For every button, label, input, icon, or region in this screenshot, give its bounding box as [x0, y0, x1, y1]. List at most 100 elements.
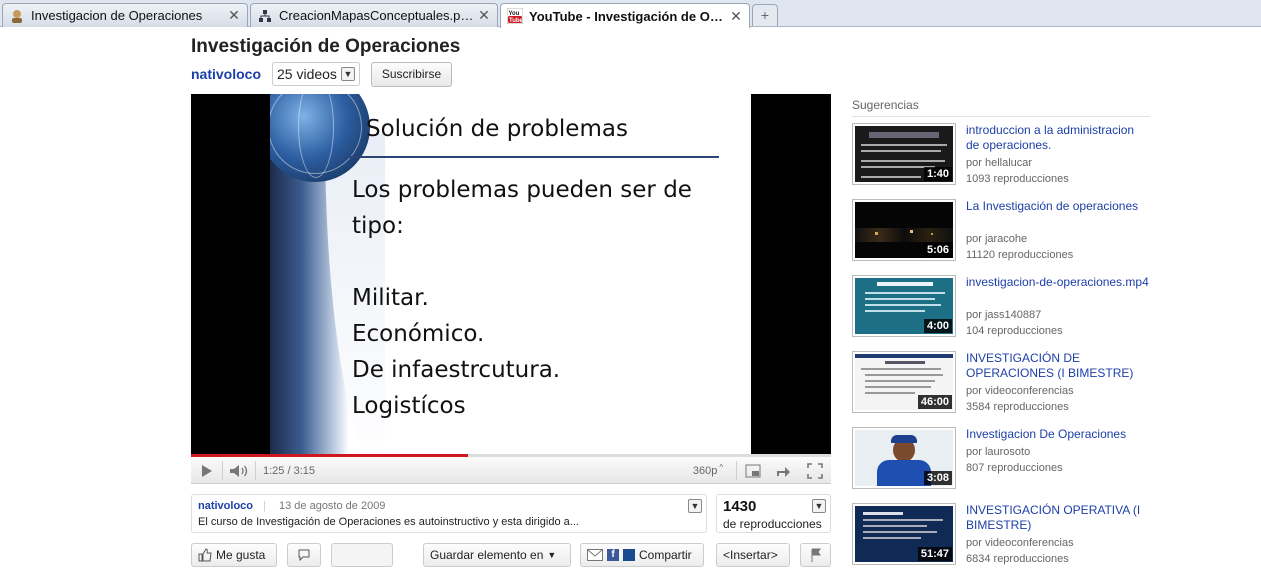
video-count-dropdown[interactable]: 25 videos ▼	[272, 62, 360, 86]
save-to-button[interactable]: Guardar elemento en ▼	[423, 543, 571, 567]
suggestion-title[interactable]: INVESTIGACIÓN OPERATIVA (I BIMESTRE)	[966, 503, 1150, 533]
caret-up-icon: ^	[719, 463, 724, 472]
share-button[interactable]: f Compartir	[580, 543, 704, 567]
subscribe-button[interactable]: Suscribirse	[371, 62, 452, 87]
video-duration: 5:06	[923, 243, 952, 257]
suggestion-thumbnail[interactable]: 3:08	[852, 427, 956, 489]
browser-tab-strip: Investigacion de Operaciones ✕ CreacionM…	[0, 0, 1261, 28]
slide-body: Los problemas pueden ser de tipo: Milita…	[352, 172, 692, 424]
play-icon	[202, 464, 212, 477]
suggestion-title[interactable]: Investigacion De Operaciones	[966, 427, 1150, 442]
video-frame: Solución de problemas Los problemas pued…	[270, 94, 751, 454]
social-icon	[623, 549, 635, 561]
control-divider	[255, 461, 256, 480]
suggestion-title[interactable]: La Investigación de operaciones	[966, 199, 1150, 214]
browser-tab-1[interactable]: Investigacion de Operaciones ✕	[2, 3, 248, 27]
suggestion-thumbnail[interactable]: 46:00	[852, 351, 956, 413]
slide-line: tipo:	[352, 213, 404, 239]
email-icon	[587, 549, 603, 561]
suggestion-thumbnail[interactable]: 5:06	[852, 199, 956, 261]
video-duration: 46:00	[917, 395, 952, 409]
info-separator: |	[263, 500, 266, 512]
suggestion-thumbnail[interactable]: 1:40	[852, 123, 956, 185]
close-icon[interactable]: ✕	[475, 7, 493, 24]
quality-button[interactable]: 360p ^	[692, 457, 724, 484]
close-icon[interactable]: ✕	[225, 7, 243, 24]
playlist-title: Investigación de Operaciones	[191, 36, 461, 57]
suggestion-views: 6834 reproducciones	[966, 553, 1069, 565]
view-count-label: de reproducciones	[723, 517, 822, 531]
slide-line: Logistícos	[352, 393, 466, 419]
video-duration: 51:47	[917, 547, 952, 561]
volume-button[interactable]	[224, 457, 254, 484]
suggestions-heading: Sugerencias	[852, 98, 919, 112]
suggestion-author: por videoconferencias	[966, 385, 1074, 397]
suggestions-divider	[852, 116, 1150, 117]
info-channel-link[interactable]: nativoloco	[198, 500, 253, 512]
quality-label: 360p	[692, 464, 718, 477]
video-info-box: nativoloco | 13 de agosto de 2009 El cur…	[191, 494, 707, 533]
chevron-down-icon[interactable]: ▼	[688, 499, 702, 513]
chevron-down-icon: ▼	[547, 550, 557, 560]
close-icon[interactable]: ✕	[727, 8, 745, 25]
browser-tab-2[interactable]: CreacionMapasConceptuales.pdf (a... ✕	[250, 3, 498, 27]
chevron-down-icon: ▼	[340, 67, 355, 81]
facebook-icon: f	[607, 549, 619, 561]
suggestion-item[interactable]: 51:47 INVESTIGACIÓN OPERATIVA (I BIMESTR…	[852, 503, 1150, 569]
add-button[interactable]	[331, 543, 393, 567]
video-description: El curso de Investigación de Operaciones…	[198, 516, 579, 528]
browser-tab-3[interactable]: You Tube YouTube - Investigación de Oper.…	[500, 3, 750, 28]
tab-title: YouTube - Investigación de Oper...	[529, 8, 727, 24]
slide-line: Económico.	[352, 321, 485, 347]
suggestion-item[interactable]: 46:00 INVESTIGACIÓN DE OPERACIONES (I BI…	[852, 351, 1150, 417]
tab-title: Investigacion de Operaciones	[31, 8, 203, 23]
video-player[interactable]: Solución de problemas Los problemas pued…	[191, 94, 831, 454]
slide-line: Militar.	[352, 285, 429, 311]
suggestion-title[interactable]: introduccion a la administracion de oper…	[966, 123, 1150, 153]
play-button[interactable]	[193, 457, 221, 484]
slide-line: Los problemas pueden ser de	[352, 177, 692, 203]
share-arrow-icon	[777, 466, 790, 477]
video-duration: 3:08	[923, 471, 952, 485]
suggestion-thumbnail[interactable]: 51:47	[852, 503, 956, 565]
embed-button[interactable]: <Insertar>	[716, 543, 790, 567]
popout-button[interactable]	[741, 457, 765, 484]
suggestion-author: por jaracohe	[966, 233, 1028, 245]
suggestion-title[interactable]: investigacion-de-operaciones.mp4	[966, 275, 1150, 290]
player-controls: 1:25 / 3:15 360p ^	[191, 457, 831, 484]
slide-line	[352, 244, 692, 280]
upload-date: 13 de agosto de 2009	[279, 500, 386, 512]
user-avatar-icon	[9, 8, 25, 24]
control-divider	[222, 461, 223, 480]
share-arrow-button[interactable]	[771, 457, 795, 484]
suggestion-author: por jass140887	[966, 309, 1042, 321]
fullscreen-button[interactable]	[803, 457, 827, 484]
suggestion-author: por hellalucar	[966, 157, 1033, 169]
video-duration: 1:40	[923, 167, 952, 181]
suggestion-views: 1093 reproducciones	[966, 173, 1069, 185]
suggestion-views: 11120 reproducciones	[966, 249, 1074, 261]
chevron-down-icon[interactable]: ▼	[812, 499, 826, 513]
view-count-box: 1430 de reproducciones ▼	[716, 494, 831, 533]
new-tab-button[interactable]: +	[752, 4, 778, 26]
suggestion-author: por laurosoto	[966, 446, 1031, 458]
speaker-icon	[230, 464, 248, 477]
channel-link[interactable]: nativoloco	[191, 66, 261, 82]
suggestion-item[interactable]: 3:08 Investigacion De Operaciones por la…	[852, 427, 1150, 493]
suggestion-item[interactable]: 5:06 La Investigación de operaciones por…	[852, 199, 1150, 265]
dislike-button[interactable]	[287, 543, 321, 567]
like-button[interactable]: Me gusta	[191, 543, 277, 567]
popout-icon	[745, 464, 761, 477]
suggestion-thumbnail[interactable]: 4:00	[852, 275, 956, 337]
suggestion-item[interactable]: 1:40 introduccion a la administracion de…	[852, 123, 1150, 189]
tab-title: CreacionMapasConceptuales.pdf (a...	[279, 8, 475, 23]
view-count: 1430	[723, 498, 757, 515]
svg-text:Tube: Tube	[509, 18, 523, 24]
youtube-icon: You Tube	[507, 8, 523, 24]
suggestion-item[interactable]: 4:00 investigacion-de-operaciones.mp4 po…	[852, 275, 1150, 341]
flag-button[interactable]	[800, 543, 831, 567]
slide-divider	[349, 156, 719, 158]
fullscreen-icon	[807, 462, 823, 479]
suggestion-title[interactable]: INVESTIGACIÓN DE OPERACIONES (I BIMESTRE…	[966, 351, 1150, 381]
control-divider	[736, 461, 737, 480]
